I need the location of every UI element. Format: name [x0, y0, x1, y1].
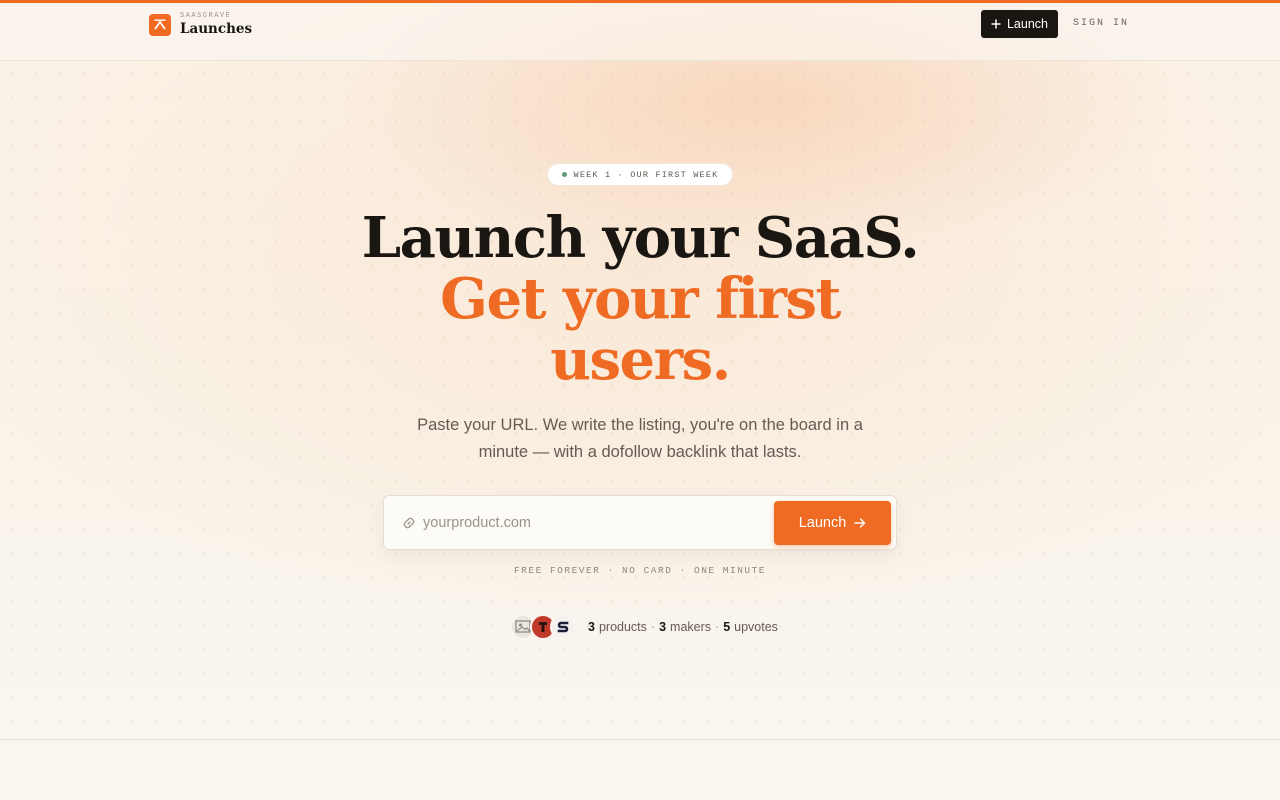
makers-count: 3 [659, 620, 667, 634]
launch-submit-button[interactable]: Launch [774, 501, 891, 545]
brand-logo[interactable]: SAASGRAVE Launches [149, 13, 252, 37]
arrow-right-icon [854, 518, 866, 528]
hero-headline: Launch your SaaS. Get your first users. [0, 208, 1280, 391]
form-fineprint: FREE FOREVER · NO CARD · ONE MINUTE [513, 565, 767, 576]
headline-line-1: Launch your SaaS. [361, 205, 920, 271]
site-header: SAASGRAVE Launches Launch SIGN IN [0, 3, 1280, 61]
upvotes-label: upvotes [734, 620, 778, 634]
brand-name: Launches [180, 21, 253, 37]
plus-icon [991, 19, 1001, 29]
headline-line-3: users. [550, 327, 731, 393]
hero-subtitle: Paste your URL. We write the listing, yo… [417, 416, 863, 461]
week-badge-text: WEEK 1 · OUR FIRST WEEK [573, 169, 719, 180]
section-divider [0, 739, 1280, 740]
social-proof: 3 products · 3 makers · 5 upvotes [510, 613, 778, 641]
product-url-input[interactable] [423, 508, 763, 538]
upvotes-count: 5 [723, 620, 731, 634]
headline-line-2: Get your first [440, 266, 841, 332]
week-badge: WEEK 1 · OUR FIRST WEEK [547, 163, 733, 186]
launch-stats: 3 products · 3 makers · 5 upvotes [588, 620, 778, 634]
status-dot [561, 172, 567, 177]
products-label: products [598, 620, 647, 634]
avatar[interactable] [550, 614, 576, 640]
launch-url-form: Launch [383, 495, 897, 550]
products-count: 3 [588, 620, 595, 634]
launch-submit-label: Launch [798, 515, 847, 531]
stats-separator: · [650, 620, 656, 634]
launch-arrow-icon [149, 13, 171, 36]
header-launch-button[interactable]: Launch [981, 10, 1058, 38]
brand-kicker: SAASGRAVE [180, 12, 232, 20]
link-icon [403, 517, 415, 529]
stats-separator: · [715, 620, 720, 634]
maker-avatars [510, 614, 576, 640]
header-launch-label: Launch [1006, 17, 1048, 31]
sign-in-link[interactable]: SIGN IN [1073, 18, 1129, 29]
makers-label: makers [670, 620, 712, 634]
